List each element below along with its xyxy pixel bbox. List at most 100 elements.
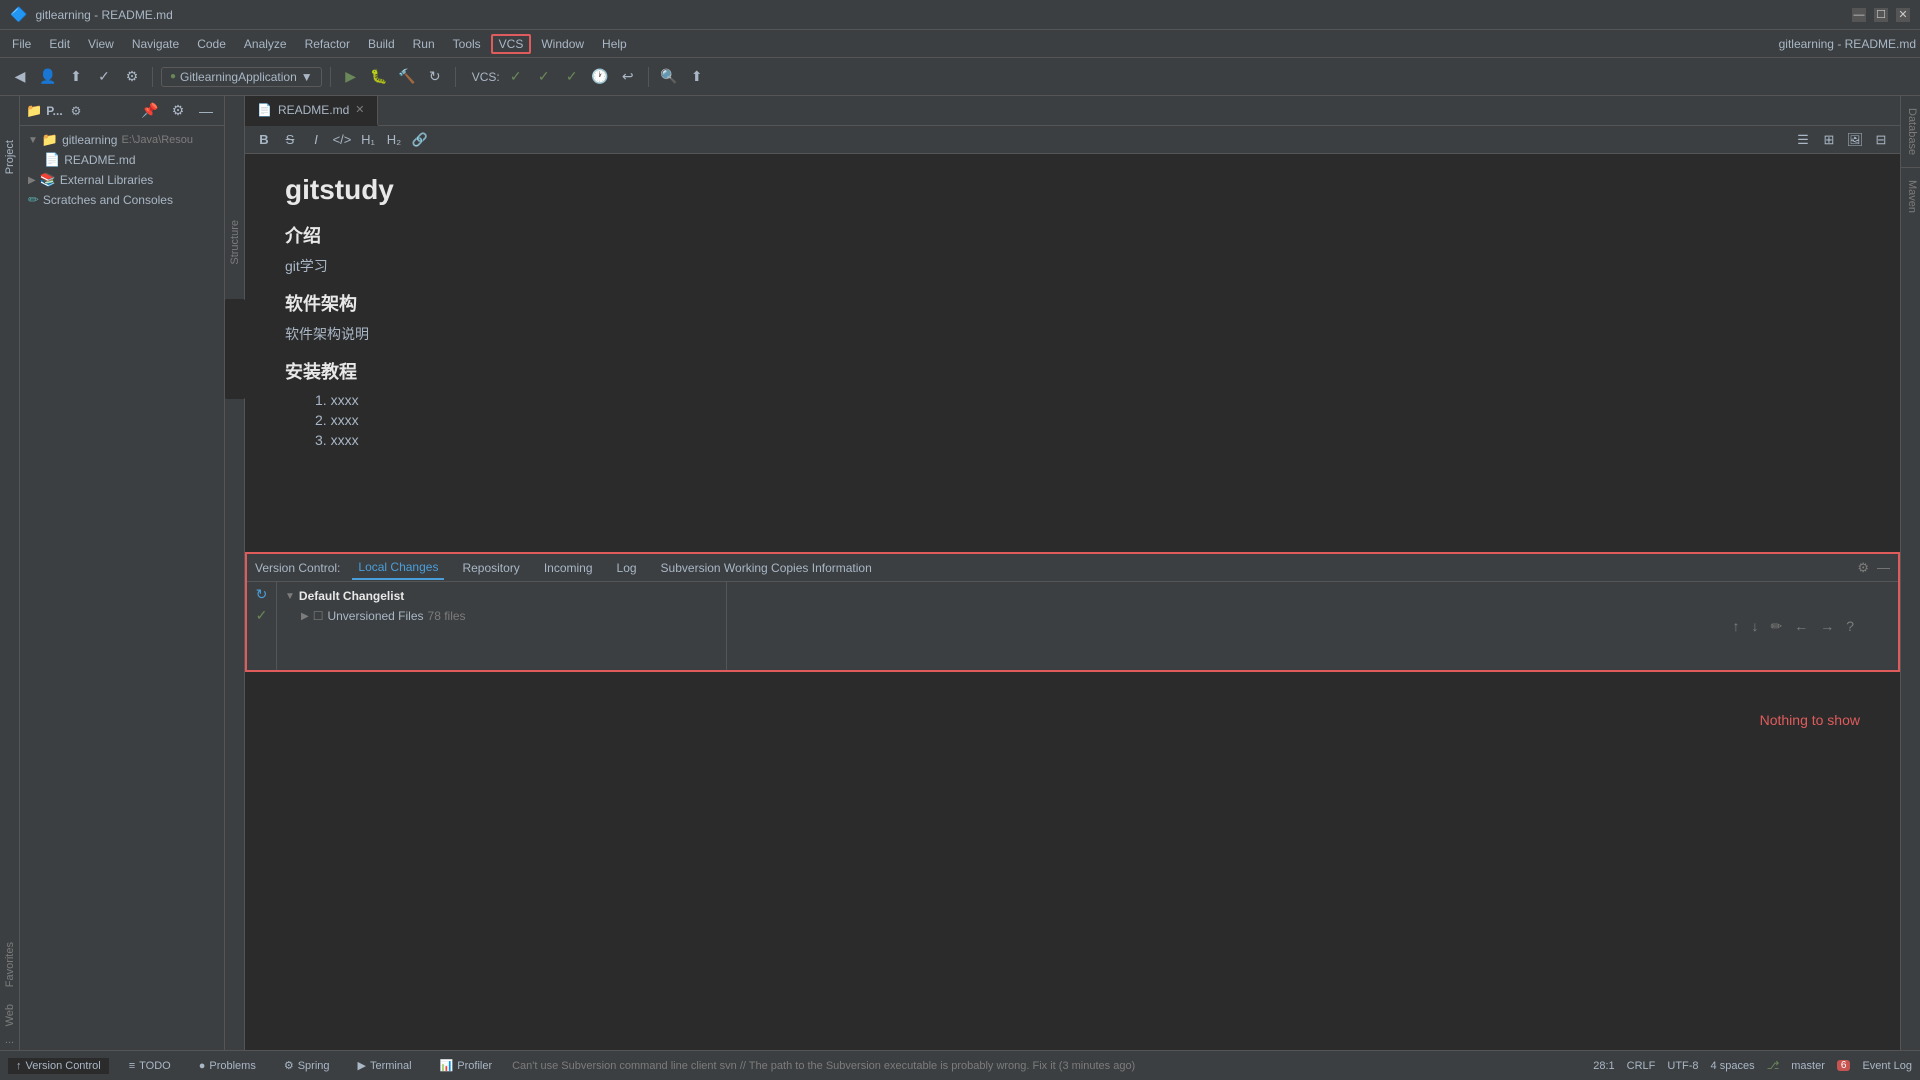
menu-build[interactable]: Build (360, 34, 403, 54)
status-tab-problems[interactable]: ● Problems (191, 1058, 264, 1074)
database-strip-tab[interactable]: Database (1901, 96, 1920, 168)
menu-navigate[interactable]: Navigate (124, 34, 187, 54)
status-tab-vc[interactable]: ↑ Version Control (8, 1058, 109, 1074)
app-selector[interactable]: ● GitlearningApplication ▼ (161, 67, 322, 87)
editor-columns-button[interactable]: ⊞ (1818, 129, 1840, 151)
project-close-button[interactable]: — (194, 99, 218, 123)
vc-tab-incoming[interactable]: Incoming (538, 557, 599, 579)
file-tab-name: README.md (278, 103, 349, 117)
toolbar-update-button[interactable]: ⬆ (64, 65, 88, 89)
menu-window[interactable]: Window (533, 34, 592, 54)
vc-tab-local-changes[interactable]: Local Changes (352, 556, 444, 580)
web-tab[interactable]: Web (4, 1000, 16, 1030)
vc-edit-button[interactable]: ✏ (1766, 616, 1786, 637)
encoding-indicator: UTF-8 (1667, 1060, 1698, 1072)
tree-arrow-ext: ▶ (28, 175, 36, 186)
update-project-button[interactable]: ↻ (423, 65, 447, 89)
file-tab-close[interactable]: ✕ (355, 103, 364, 116)
main-toolbar: ◀ 👤 ⬆ ✓ ⚙ ● GitlearningApplication ▼ ▶ 🐛… (0, 58, 1920, 96)
tree-item-root[interactable]: ▼ 📁 gitlearning E:\Java\Resou (20, 130, 224, 150)
editor-link-button[interactable]: 🔗 (409, 129, 431, 151)
app-title: gitlearning - README.md (35, 8, 172, 22)
tree-item-scratches[interactable]: ✏ Scratches and Consoles (20, 190, 224, 210)
vcs-check1-button[interactable]: ✓ (504, 65, 528, 89)
toolbar-profile-button[interactable]: 👤 (36, 65, 60, 89)
search-button[interactable]: 🔍 (657, 65, 681, 89)
editor-strikethrough-button[interactable]: S (279, 129, 301, 151)
minimize-button[interactable]: — (1852, 8, 1866, 22)
vc-help-button[interactable]: ? (1842, 616, 1858, 636)
vcs-check3-button[interactable]: ✓ (560, 65, 584, 89)
toolbar-back-button[interactable]: ◀ (8, 65, 32, 89)
vc-side-icons: ↻ ✓ (247, 582, 277, 670)
vc-left-button[interactable]: ← (1790, 616, 1812, 636)
update-all-button[interactable]: ⬆ (685, 65, 709, 89)
menu-edit[interactable]: Edit (41, 34, 78, 54)
editor-align-left-button[interactable]: ☰ (1792, 129, 1814, 151)
project-pin-button[interactable]: 📌 (138, 99, 162, 123)
vcs-history-button[interactable]: 🕐 (588, 65, 612, 89)
terminal-tab-label: Terminal (370, 1060, 412, 1072)
menu-run[interactable]: Run (405, 34, 443, 54)
toolbar-settings-button[interactable]: ⚙ (120, 65, 144, 89)
project-settings-button[interactable]: ⚙ (166, 99, 190, 123)
editor-table-button[interactable]: ⊟ (1870, 129, 1892, 151)
project-panel-title: P... (46, 104, 62, 118)
menu-analyze[interactable]: Analyze (236, 34, 295, 54)
menu-vcs[interactable]: VCS (491, 34, 532, 54)
vc-unversioned-files[interactable]: ▶ ☐ Unversioned Files 78 files (277, 606, 726, 626)
editor-heading-architecture: 软件架构 (285, 290, 1860, 316)
tree-item-readme[interactable]: 📄 README.md (20, 150, 224, 170)
vcs-check2-button[interactable]: ✓ (532, 65, 556, 89)
close-button[interactable]: ✕ (1896, 8, 1910, 22)
status-tab-profiler[interactable]: 📊 Profiler (432, 1057, 501, 1074)
status-tab-spring[interactable]: ⚙ Spring (276, 1057, 338, 1074)
status-tab-terminal[interactable]: ▶ Terminal (350, 1057, 420, 1074)
menu-help[interactable]: Help (594, 34, 635, 54)
vc-tab-log[interactable]: Log (611, 557, 643, 579)
menu-file[interactable]: File (4, 34, 39, 54)
menu-refactor[interactable]: Refactor (297, 34, 358, 54)
file-tab-readme[interactable]: 📄 README.md ✕ (245, 96, 378, 126)
title-bar: 🔷 gitlearning - README.md — ☐ ✕ (0, 0, 1920, 30)
editor-h2-button[interactable]: H₂ (383, 129, 405, 151)
editor-bold-button[interactable]: B (253, 129, 275, 151)
vc-tab-subversion[interactable]: Subversion Working Copies Information (655, 557, 878, 579)
editor-italic-button[interactable]: I (305, 129, 327, 151)
maven-strip-tab[interactable]: Maven (1901, 168, 1920, 225)
run-button[interactable]: ▶ (339, 65, 363, 89)
expand-icon[interactable]: ... (5, 1034, 14, 1046)
tree-item-external-libs[interactable]: ▶ 📚 External Libraries (20, 170, 224, 190)
vc-right-button[interactable]: → (1816, 616, 1838, 636)
toolbar-separator (152, 67, 153, 87)
menu-code[interactable]: Code (189, 34, 234, 54)
vc-up-button[interactable]: ↑ (1728, 616, 1743, 636)
profiler-tab-label: Profiler (457, 1060, 492, 1072)
maximize-button[interactable]: ☐ (1874, 8, 1888, 22)
toolbar-commit-button[interactable]: ✓ (92, 65, 116, 89)
status-tab-todo[interactable]: ≡ TODO (121, 1058, 179, 1074)
vc-changelist-arrow: ▼ (285, 591, 295, 602)
project-strip-label[interactable]: Project (4, 136, 16, 178)
vc-default-changelist[interactable]: ▼ Default Changelist (277, 586, 726, 606)
vc-action-buttons: ↑ ↓ ✏ ← → ? (1728, 616, 1858, 637)
editor-body: gitstudy 介绍 git学习 软件架构 软件架构说明 安装教程 1. xx… (245, 154, 1900, 552)
undo-button[interactable]: ↩ (616, 65, 640, 89)
vc-down-button[interactable]: ↓ (1747, 616, 1762, 636)
favorites-tab[interactable]: Favorites (4, 938, 16, 991)
debug-button[interactable]: 🐛 (367, 65, 391, 89)
vc-minimize-button[interactable]: — (1877, 560, 1890, 576)
nothing-to-show-area: Nothing to show (245, 672, 1900, 1050)
event-log-label[interactable]: Event Log (1862, 1060, 1912, 1072)
vc-tab-repository[interactable]: Repository (456, 557, 525, 579)
structure-tab[interactable]: Structure (229, 216, 241, 269)
build-button[interactable]: 🔨 (395, 65, 419, 89)
editor-code-button[interactable]: </> (331, 129, 353, 151)
menu-view[interactable]: View (80, 34, 122, 54)
favorites-web-strip: Favorites Web ... (0, 850, 20, 1050)
toolbar-separator3 (455, 67, 456, 87)
editor-image-button[interactable]: 🖼 (1844, 129, 1866, 151)
vc-settings-button[interactable]: ⚙ (1857, 560, 1869, 576)
menu-tools[interactable]: Tools (445, 34, 489, 54)
editor-h1-button[interactable]: H₁ (357, 129, 379, 151)
